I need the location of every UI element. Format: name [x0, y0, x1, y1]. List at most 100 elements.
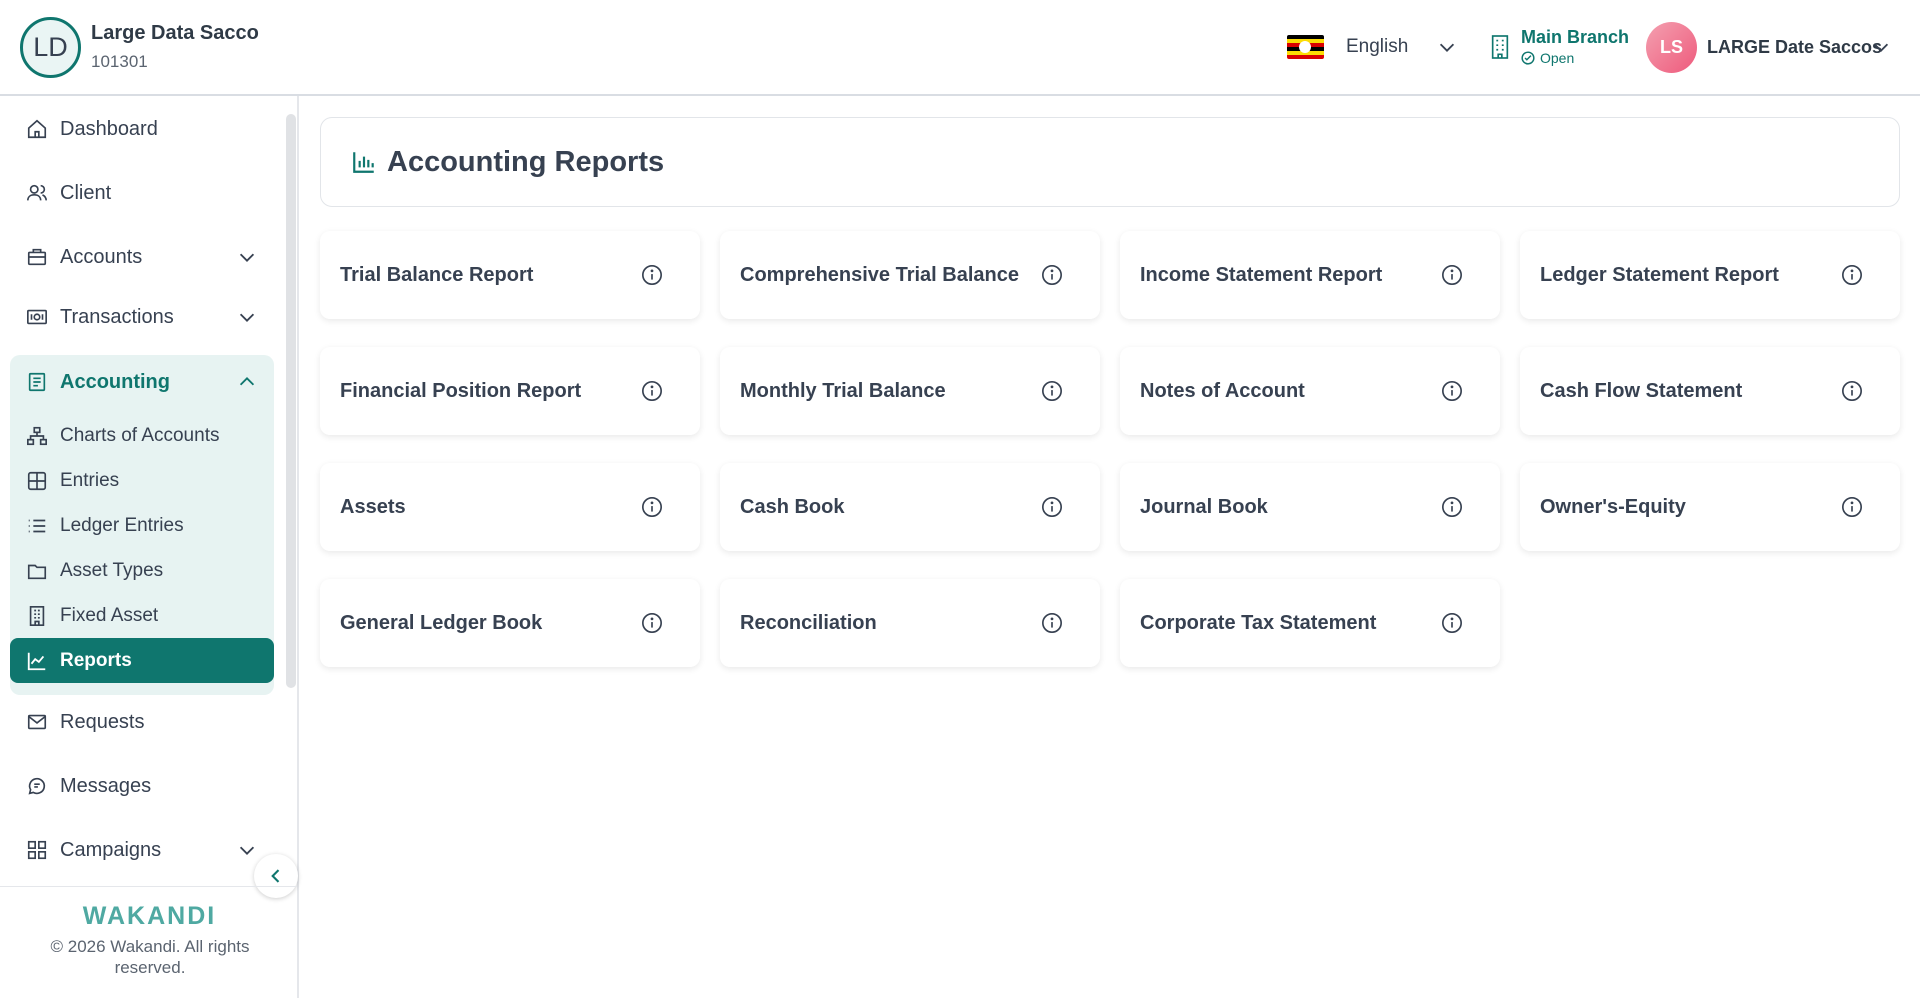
report-card[interactable]: Reconciliation: [720, 579, 1100, 667]
sidebar-item-label: Dashboard: [60, 117, 158, 140]
chevron-down-icon[interactable]: [1870, 36, 1892, 58]
sidebar-item-asset-types[interactable]: Asset Types: [10, 551, 274, 591]
chevron-down-icon[interactable]: [236, 839, 258, 861]
sidebar-item-label: Accounts: [60, 245, 143, 268]
sidebar-item-fixed-asset[interactable]: Fixed Asset: [10, 596, 274, 636]
info-icon[interactable]: [641, 264, 663, 286]
list-icon: [28, 519, 46, 533]
info-icon[interactable]: [1441, 496, 1463, 518]
report-card-label: Notes of Account: [1140, 379, 1305, 402]
report-card[interactable]: Notes of Account: [1120, 347, 1500, 435]
report-card[interactable]: Owner's-Equity: [1520, 463, 1900, 551]
user-avatar[interactable]: LS: [1646, 22, 1697, 73]
info-icon[interactable]: [1441, 380, 1463, 402]
report-card[interactable]: Assets: [320, 463, 700, 551]
money-icon: [27, 309, 47, 325]
report-card[interactable]: Monthly Trial Balance: [720, 347, 1100, 435]
report-card-label: Trial Balance Report: [340, 263, 534, 286]
sidebar-item-label: Accounting: [60, 370, 170, 393]
report-card[interactable]: Cash Book: [720, 463, 1100, 551]
sidebar-item-label: Asset Types: [60, 560, 164, 581]
branch-status-label: Open: [1540, 50, 1575, 66]
sidebar-item-accounting[interactable]: Accounting: [10, 360, 274, 404]
info-icon[interactable]: [1841, 380, 1863, 402]
sidebar-item-label: Client: [60, 181, 112, 204]
home-icon: [27, 119, 47, 139]
brand-logo: WAKANDI: [82, 902, 217, 930]
report-card[interactable]: Financial Position Report: [320, 347, 700, 435]
chart-line-icon: [27, 652, 46, 670]
sidebar-scrollbar[interactable]: [286, 114, 296, 688]
sidebar-item-label: Charts of Accounts: [60, 425, 220, 446]
sidebar-item-entries[interactable]: Entries: [10, 461, 274, 501]
report-card-label: Journal Book: [1140, 495, 1268, 518]
sidebar-item-label: Fixed Asset: [60, 605, 159, 626]
grid-icon: [27, 840, 47, 860]
info-icon[interactable]: [1041, 496, 1063, 518]
chevron-down-icon[interactable]: [236, 246, 258, 268]
sidebar-item-ledger-entries[interactable]: Ledger Entries: [10, 506, 274, 546]
report-card[interactable]: Income Statement Report: [1120, 231, 1500, 319]
sidebar-item-requests[interactable]: Requests: [10, 697, 274, 747]
sidebar-item-messages[interactable]: Messages: [10, 761, 274, 811]
info-icon[interactable]: [641, 380, 663, 402]
bar-chart-icon: [353, 152, 374, 173]
report-card-label: Comprehensive Trial Balance: [740, 263, 1020, 286]
org-name: Large Data Sacco: [91, 22, 259, 44]
branch-status: Open: [1521, 50, 1574, 66]
check-circle-icon: [1521, 51, 1535, 65]
sidebar-item-label: Transactions: [60, 305, 174, 328]
org-avatar[interactable]: LD: [20, 17, 81, 78]
info-icon[interactable]: [1041, 380, 1063, 402]
report-card[interactable]: General Ledger Book: [320, 579, 700, 667]
report-card[interactable]: Comprehensive Trial Balance: [720, 231, 1100, 319]
user-name[interactable]: LARGE Date Saccos: [1707, 37, 1882, 58]
report-card[interactable]: Trial Balance Report: [320, 231, 700, 319]
uganda-flag-icon[interactable]: [1287, 35, 1324, 59]
report-card-label: Cash Flow Statement: [1540, 379, 1743, 402]
sidebar-item-charts-of-accounts[interactable]: Charts of Accounts: [10, 416, 274, 456]
page-title: Accounting Reports: [387, 145, 665, 178]
mail-icon: [27, 714, 47, 730]
report-card-label: Assets: [340, 495, 406, 518]
sidebar-item-accounts[interactable]: Accounts: [10, 232, 274, 282]
report-card-label: Corporate Tax Statement: [1140, 611, 1377, 634]
info-icon[interactable]: [1841, 264, 1863, 286]
sidebar-item-client[interactable]: Client: [10, 168, 274, 218]
info-icon[interactable]: [1041, 612, 1063, 634]
table-icon: [27, 471, 47, 491]
sidebar-item-dashboard[interactable]: Dashboard: [10, 104, 274, 154]
report-card[interactable]: Cash Flow Statement: [1520, 347, 1900, 435]
building-icon: [1491, 35, 1509, 59]
report-card-label: Owner's-Equity: [1540, 495, 1686, 518]
report-card-label: General Ledger Book: [340, 611, 543, 634]
info-icon[interactable]: [1441, 264, 1463, 286]
language-selector[interactable]: English: [1346, 36, 1408, 58]
sidebar-collapse-button[interactable]: [254, 854, 298, 898]
org-code: 101301: [91, 52, 148, 71]
report-card[interactable]: Ledger Statement Report: [1520, 231, 1900, 319]
info-icon[interactable]: [641, 496, 663, 518]
chevron-left-icon: [271, 869, 280, 883]
info-icon[interactable]: [641, 612, 663, 634]
report-card-label: Financial Position Report: [340, 379, 582, 402]
sidebar-item-campaigns[interactable]: Campaigns: [10, 825, 274, 875]
sidebar: Dashboard Client Accounts Transactions A…: [0, 96, 299, 998]
users-icon: [27, 184, 47, 201]
report-card[interactable]: Journal Book: [1120, 463, 1500, 551]
chevron-down-icon[interactable]: [1436, 36, 1458, 58]
info-icon[interactable]: [1441, 612, 1463, 634]
report-card[interactable]: Corporate Tax Statement: [1120, 579, 1500, 667]
info-icon[interactable]: [1841, 496, 1863, 518]
hierarchy-icon: [27, 426, 47, 446]
sidebar-item-reports[interactable]: Reports: [10, 638, 274, 683]
chevron-down-icon[interactable]: [236, 306, 258, 328]
top-header: LD Large Data Sacco 101301 English Main …: [0, 0, 1920, 96]
report-card-label: Ledger Statement Report: [1540, 263, 1779, 286]
info-icon[interactable]: [1041, 264, 1063, 286]
sidebar-item-label: Ledger Entries: [60, 515, 184, 536]
report-card-label: Income Statement Report: [1140, 263, 1383, 286]
branch-name[interactable]: Main Branch: [1521, 27, 1629, 48]
chevron-up-icon[interactable]: [236, 371, 258, 393]
sidebar-item-transactions[interactable]: Transactions: [10, 292, 274, 342]
